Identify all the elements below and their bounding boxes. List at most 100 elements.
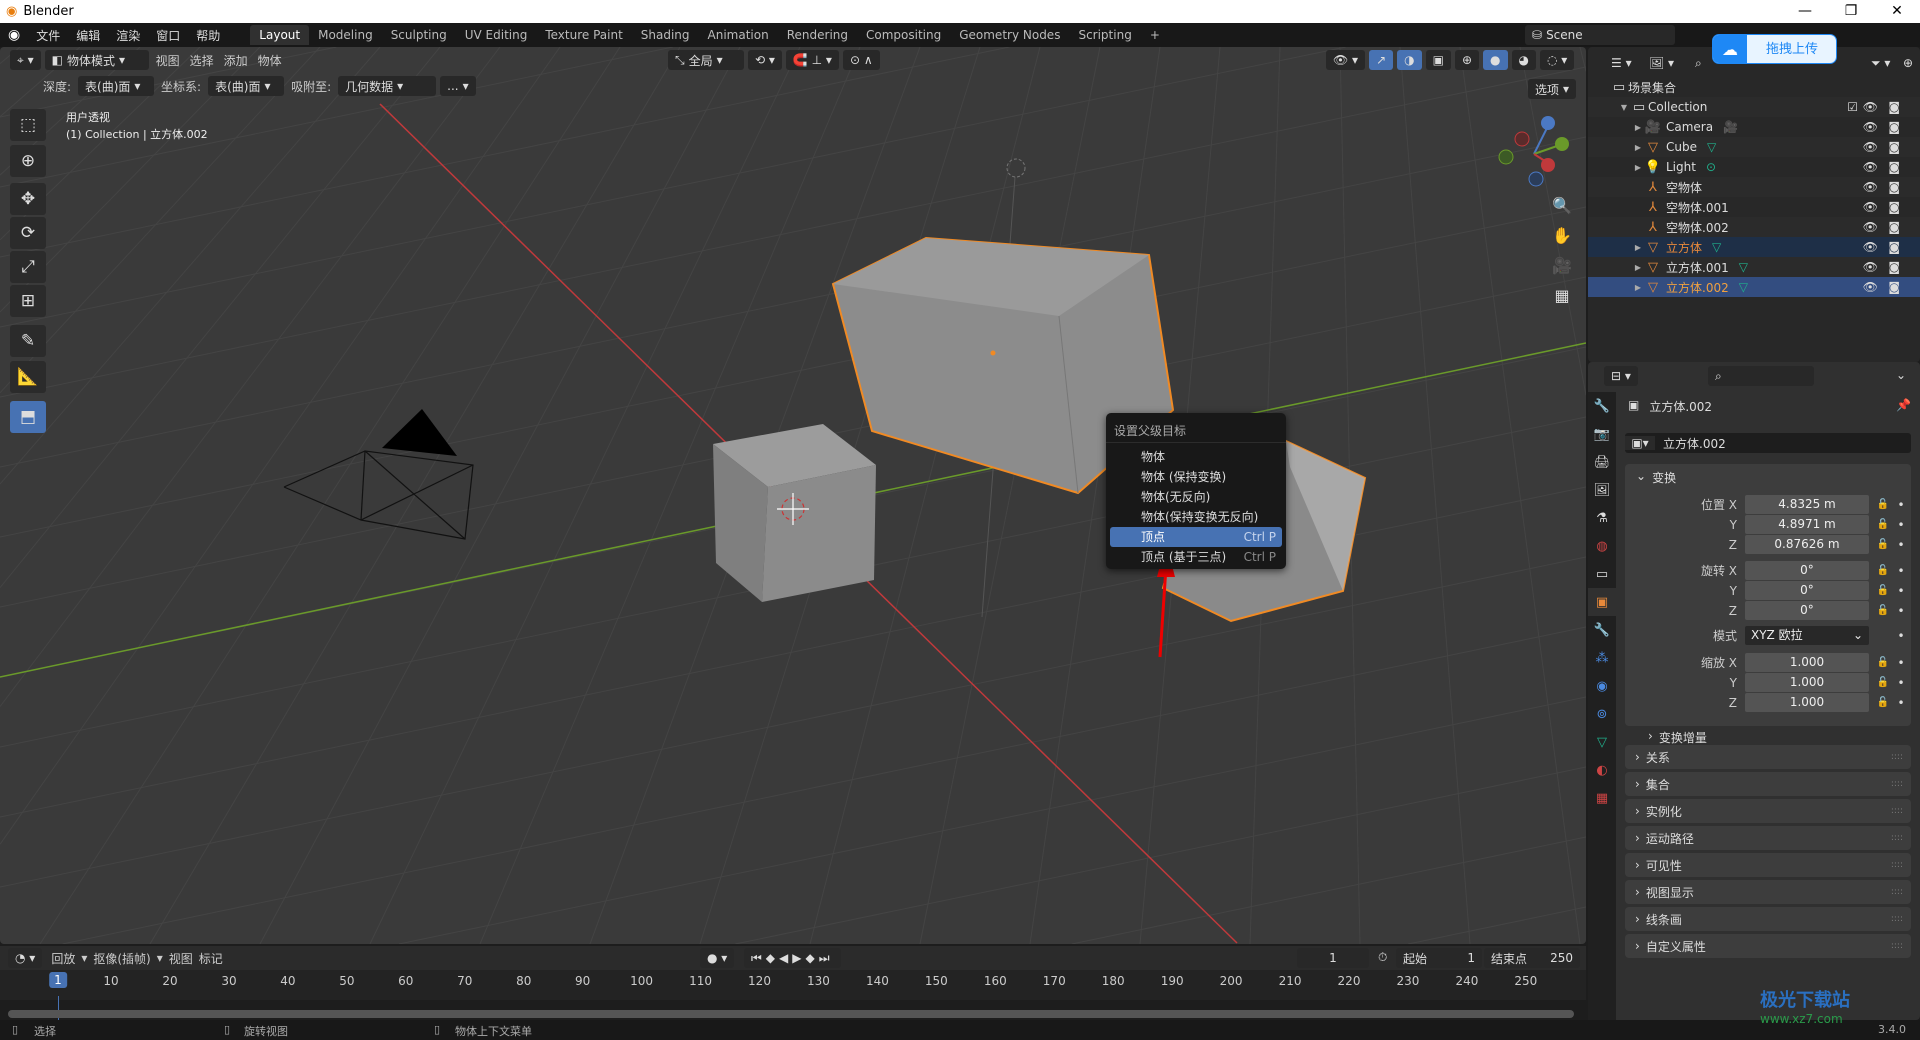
snap-to-select[interactable]: 几何数据 ▾	[338, 76, 437, 96]
add-cube-tool[interactable]: ⬒	[10, 401, 46, 433]
keyframe-dot-icon[interactable]: •	[1893, 498, 1909, 512]
expand-arrow-icon[interactable]: ▶	[1632, 143, 1644, 152]
location-x-field[interactable]: 4.8325 m	[1745, 495, 1869, 514]
zoom-icon[interactable]: 🔍	[1547, 191, 1577, 219]
outliner-item[interactable]: ▶ 💡 Light ⊙ 👁 ◙	[1588, 157, 1920, 177]
eye-icon[interactable]: 👁	[1863, 280, 1878, 294]
measure-tool[interactable]: 📐	[10, 361, 46, 393]
options-button[interactable]: 选项 ▾	[1528, 79, 1577, 99]
transform-orientation-select[interactable]: ⤡ 全局 ▾	[668, 50, 744, 70]
render-camera-icon[interactable]: ◙	[1888, 120, 1900, 134]
overlay-toggle[interactable]: ◑	[1397, 50, 1422, 70]
lock-icon[interactable]: 🔓	[1873, 697, 1893, 708]
shading-material[interactable]: ◕	[1511, 50, 1536, 70]
menu-item-object[interactable]: 物体	[1110, 447, 1282, 467]
eye-icon[interactable]: 👁	[1863, 100, 1878, 114]
location-y-field[interactable]: 4.8971 m	[1745, 515, 1869, 534]
editor-type-button[interactable]: ⊟ ▾	[1604, 366, 1638, 386]
lock-icon[interactable]: 🔓	[1873, 657, 1893, 668]
blender-menu-icon[interactable]: ◉	[0, 27, 28, 43]
drag-grip-icon[interactable]: ::::	[1891, 860, 1903, 870]
outliner-item[interactable]: ⅄ 空物体 👁 ◙	[1588, 177, 1920, 197]
panel-0[interactable]: › 关系::::	[1625, 745, 1911, 769]
expand-arrow-icon[interactable]: ▼	[1618, 103, 1630, 112]
gizmo-toggle[interactable]: ↗	[1369, 50, 1394, 70]
menu-item-object-without-inverse[interactable]: 物体(无反向)	[1110, 487, 1282, 507]
light-data-icon[interactable]: ⊙	[1706, 160, 1716, 174]
menu-file[interactable]: 文件	[28, 27, 68, 44]
render-tab-icon[interactable]: 📷	[1588, 420, 1616, 448]
menu-item-vertex[interactable]: 顶点 Ctrl P	[1110, 527, 1282, 547]
mesh-data-icon[interactable]: ▽	[1739, 280, 1748, 294]
drag-grip-icon[interactable]: ::::	[1891, 887, 1903, 897]
3d-viewport[interactable]: ⌖ ▾ ◧ 物体模式 ▾ 视图 选择 添加 物体 ⤡ 全局 ▾ ⟲ ▾ 🧲 ⊥ ▾ …	[0, 47, 1586, 944]
view-layer-button[interactable]: 🖼 ▾	[1642, 53, 1682, 73]
eye-icon[interactable]: 👁	[1863, 200, 1878, 214]
world-tab-icon[interactable]: ◍	[1588, 532, 1616, 560]
eye-icon[interactable]: 👁	[1863, 160, 1878, 174]
expand-arrow-icon[interactable]: ▶	[1632, 163, 1644, 172]
visibility-button[interactable]: 👁 ▾	[1326, 50, 1366, 70]
lock-icon[interactable]: 🔓	[1873, 499, 1893, 510]
annotate-tool[interactable]: ✎	[10, 325, 46, 357]
new-collection-button[interactable]: ⊕	[1896, 53, 1920, 73]
mesh-data-icon[interactable]: ▽	[1707, 140, 1716, 154]
lock-icon[interactable]: 🔓	[1873, 539, 1893, 550]
texture-tab-icon[interactable]: ▦	[1588, 784, 1616, 812]
render-camera-icon[interactable]: ◙	[1888, 280, 1900, 294]
camera-data-icon[interactable]: 🎥	[1723, 120, 1738, 134]
render-camera-icon[interactable]: ◙	[1888, 180, 1900, 194]
keyframe-dot-icon[interactable]: •	[1893, 538, 1909, 552]
rotate-tool[interactable]: ⟳	[10, 217, 46, 249]
tab-texture-paint[interactable]: Texture Paint	[536, 25, 631, 45]
eye-icon[interactable]: 👁	[1863, 180, 1878, 194]
rotation-x-field[interactable]: 0°	[1745, 561, 1869, 580]
panel-2[interactable]: › 实例化::::	[1625, 799, 1911, 823]
menu-help[interactable]: 帮助	[188, 27, 228, 44]
drag-grip-icon[interactable]: ::::	[1891, 806, 1903, 816]
more-options-button[interactable]: ... ▾	[440, 76, 476, 96]
keyframe-dot-icon[interactable]: •	[1893, 604, 1909, 618]
drag-grip-icon[interactable]: ::::	[1891, 914, 1903, 924]
outliner-item[interactable]: ▶ ▽ 立方体.001 ▽ 👁 ◙	[1588, 257, 1920, 277]
proportional-edit-toggle[interactable]: ⊙ ∧	[842, 50, 880, 70]
pivot-point-button[interactable]: ⟲ ▾	[748, 50, 782, 70]
menu-edit[interactable]: 编辑	[68, 27, 108, 44]
tab-animation[interactable]: Animation	[699, 25, 778, 45]
lock-icon[interactable]: 🔓	[1873, 519, 1893, 530]
camera-view-icon[interactable]: 🎥	[1547, 251, 1577, 279]
object-name-field[interactable]: ▣▾ 立方体.002	[1625, 433, 1911, 453]
output-tab-icon[interactable]: 🖨	[1588, 448, 1616, 476]
scale-y-field[interactable]: 1.000	[1745, 673, 1869, 692]
menu-object[interactable]: 物体	[255, 52, 285, 69]
end-frame-field[interactable]: 结束点 250	[1484, 948, 1580, 968]
playback-menu[interactable]: 回放	[48, 950, 78, 967]
checkbox-icon[interactable]: ☑	[1847, 100, 1858, 114]
expand-arrow-icon[interactable]: ▶	[1632, 283, 1644, 292]
orientation-select[interactable]: 表(曲)面 ▾	[208, 76, 285, 96]
mesh-data-icon[interactable]: ▽	[1739, 260, 1748, 274]
add-workspace-button[interactable]: +	[1141, 25, 1169, 45]
minimize-button[interactable]: —	[1782, 0, 1828, 23]
view-layer-tab-icon[interactable]: 🖼	[1588, 476, 1616, 504]
scale-x-field[interactable]: 1.000	[1745, 653, 1869, 672]
eye-icon[interactable]: 👁	[1863, 260, 1878, 274]
lock-icon[interactable]: 🔓	[1873, 565, 1893, 576]
transform-tool[interactable]: ⊞	[10, 285, 46, 317]
panel-4[interactable]: › 可见性::::	[1625, 853, 1911, 877]
properties-search[interactable]: ⌕	[1708, 366, 1814, 386]
data-tab-icon[interactable]: ▽	[1588, 728, 1616, 756]
constraints-tab-icon[interactable]: ⊚	[1588, 700, 1616, 728]
marker-menu[interactable]: 标记	[196, 950, 226, 967]
xray-toggle[interactable]: ▣	[1425, 50, 1451, 70]
lock-icon[interactable]: 🔓	[1873, 677, 1893, 688]
rotation-z-field[interactable]: 0°	[1745, 601, 1869, 620]
physics-tab-icon[interactable]: ◉	[1588, 672, 1616, 700]
maximize-button[interactable]: ❐	[1828, 0, 1874, 23]
keyframe-dot-icon[interactable]: •	[1893, 656, 1909, 670]
upload-widget[interactable]: ☁ 拖拽上传	[1712, 34, 1837, 64]
tab-modeling[interactable]: Modeling	[309, 25, 382, 45]
cursor-tool[interactable]: ⊕	[10, 145, 46, 177]
outliner-item[interactable]: ▶ ▽ 立方体.002 ▽ 👁 ◙	[1588, 277, 1920, 297]
menu-select[interactable]: 选择	[187, 52, 217, 69]
